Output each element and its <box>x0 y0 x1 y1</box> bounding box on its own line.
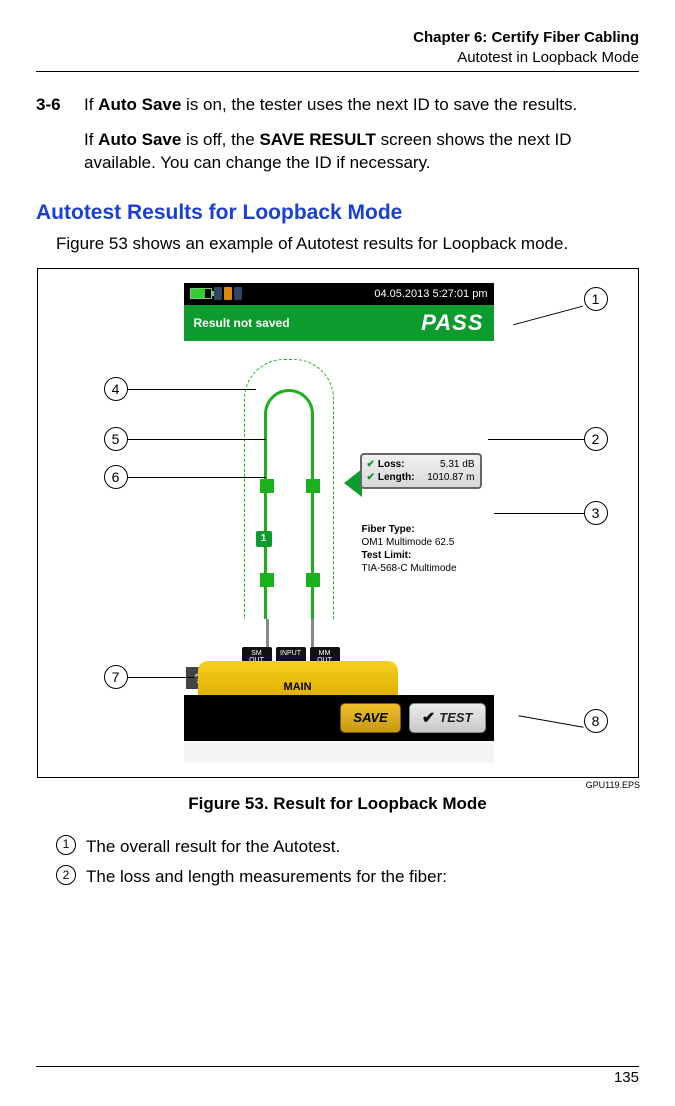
connector-icon <box>260 573 274 587</box>
header-rule <box>36 71 639 72</box>
figure-caption: Figure 53. Result for Loopback Mode <box>36 794 639 814</box>
test-button[interactable]: ✔TEST <box>409 703 486 733</box>
legend-item-2: 2 The loss and length measurements for t… <box>56 862 639 893</box>
callout-3: 3 <box>584 501 608 525</box>
test-limit-label: Test Limit: <box>362 549 490 562</box>
device-screenshot: 04.05.2013 5:27:01 pm Result not saved P… <box>184 283 494 763</box>
callout-arrow-icon <box>344 469 362 497</box>
status-bar: 04.05.2013 5:27:01 pm <box>184 283 494 305</box>
section-title-header: Autotest in Loopback Mode <box>36 48 639 68</box>
step-para-1: If Auto Save is on, the tester uses the … <box>84 94 639 117</box>
fiber-info-block: Fiber Type: OM1 Multimode 62.5 Test Limi… <box>362 523 490 575</box>
callout-1: 1 <box>584 287 608 311</box>
callout-leader <box>513 305 583 325</box>
callout-4: 4 <box>104 377 128 401</box>
fiber-type-value: OM1 Multimode 62.5 <box>362 536 490 549</box>
battery-icon <box>190 288 212 299</box>
callout-7: 7 <box>104 665 128 689</box>
banner-pass: PASS <box>421 310 483 336</box>
measurement-box[interactable]: ✔Loss:5.31 dB ✔Length:1010.87 m <box>360 453 482 489</box>
step-3-6: 3-6 If Auto Save is on, the tester uses … <box>36 94 639 187</box>
device-icon-3 <box>234 287 242 300</box>
legend-item-1: 1 The overall result for the Autotest. <box>56 832 639 863</box>
check-icon: ✔ <box>422 708 435 728</box>
check-icon: ✔ <box>367 459 375 470</box>
segment-badge: 1 <box>256 531 272 547</box>
callout-leader <box>494 513 584 514</box>
save-button[interactable]: SAVE <box>340 703 400 733</box>
legend-text-1: The overall result for the Autotest. <box>86 832 340 863</box>
footer-bar: SAVE ✔TEST <box>184 695 494 741</box>
callout-5: 5 <box>104 427 128 451</box>
status-datetime: 04.05.2013 5:27:01 pm <box>374 288 487 300</box>
eps-filename: GPU119.EPS <box>36 780 640 790</box>
result-banner: Result not saved PASS <box>184 305 494 341</box>
footer-rule <box>36 1066 639 1067</box>
fiber-type-label: Fiber Type: <box>362 523 490 536</box>
step-number: 3-6 <box>36 94 70 187</box>
test-limit-value: TIA-568-C Multimode <box>362 562 490 575</box>
connector-icon <box>306 479 320 493</box>
device-icon-2 <box>224 287 232 300</box>
figure-legend: 1 The overall result for the Autotest. 2… <box>36 832 639 893</box>
legend-num-1: 1 <box>56 835 76 855</box>
callout-6: 6 <box>104 465 128 489</box>
connector-icon <box>306 573 320 587</box>
fiber-diagram-area: 1 ✔Loss:5.31 dB ✔Length:1010.87 m Fiber … <box>184 341 494 695</box>
callout-leader <box>128 439 266 440</box>
length-row: ✔Length:1010.87 m <box>367 471 475 484</box>
loss-value: 5.31 dB <box>440 459 474 470</box>
banner-status: Result not saved <box>194 316 290 330</box>
page-footer: 135 <box>36 1066 639 1086</box>
status-left-icons <box>190 287 242 300</box>
length-value: 1010.87 m <box>427 472 474 483</box>
callout-2: 2 <box>584 427 608 451</box>
figure-53-frame: 04.05.2013 5:27:01 pm Result not saved P… <box>37 268 639 778</box>
device-icon-1 <box>214 287 222 300</box>
callout-leader <box>128 477 266 478</box>
callout-8: 8 <box>584 709 608 733</box>
legend-text-2: The loss and length measurements for the… <box>86 862 447 893</box>
callout-leader <box>128 677 194 678</box>
section-heading: Autotest Results for Loopback Mode <box>36 201 639 225</box>
module-label: MAIN <box>198 661 398 695</box>
step-body: If Auto Save is on, the tester uses the … <box>84 94 639 187</box>
callout-leader <box>518 715 583 727</box>
callout-leader <box>128 389 256 390</box>
step-para-2: If Auto Save is off, the SAVE RESULT scr… <box>84 129 639 175</box>
callout-leader <box>488 439 584 440</box>
page-number: 135 <box>36 1069 639 1086</box>
connector-icon <box>260 479 274 493</box>
check-icon: ✔ <box>367 472 375 483</box>
chapter-title: Chapter 6: Certify Fiber Cabling <box>36 28 639 48</box>
loss-row: ✔Loss:5.31 dB <box>367 458 475 471</box>
module-graphic: SM OUT INPUT MM OUT MAIN <box>198 661 398 695</box>
section-intro: Figure 53 shows an example of Autotest r… <box>56 233 639 256</box>
legend-num-2: 2 <box>56 865 76 885</box>
page-header: Chapter 6: Certify Fiber Cabling Autotes… <box>36 28 639 67</box>
